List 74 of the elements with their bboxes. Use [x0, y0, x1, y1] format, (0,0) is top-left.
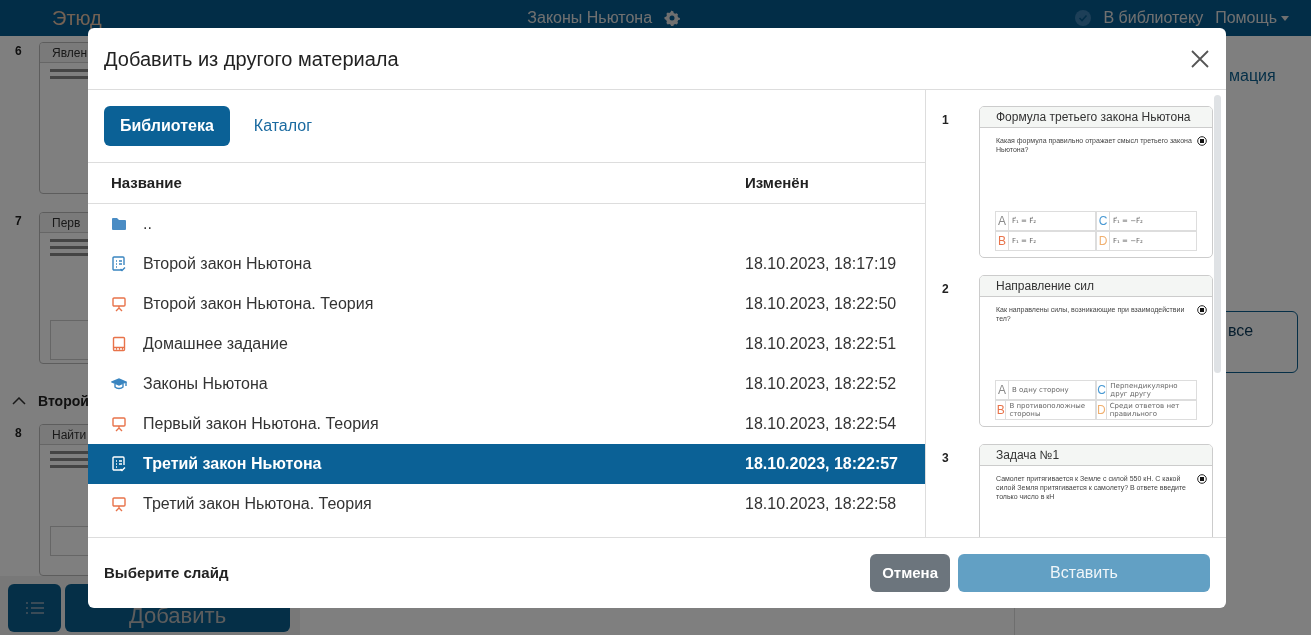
file-name: Первый закон Ньютона. Теория: [143, 414, 380, 434]
modified-date: 18.10.2023, 18:22:54: [745, 414, 897, 434]
modified-date: 18.10.2023, 18:22:52: [745, 374, 897, 394]
list-view-button[interactable]: [8, 584, 61, 632]
option-letter: B: [996, 232, 1009, 250]
graduation-cap-icon: [111, 376, 127, 392]
tab[interactable]: Каталог: [237, 106, 328, 146]
status-text: Выберите слайд: [104, 562, 230, 583]
column-header: Изменён: [744, 172, 809, 193]
dialog-title: Добавить из другого материала: [104, 46, 399, 72]
option-letter: C: [1097, 381, 1108, 399]
column-header: Название: [110, 172, 183, 193]
option-letter: A: [996, 212, 1009, 230]
option-letter: B: [996, 401, 1007, 419]
check-circle-icon: [1075, 10, 1092, 26]
modified-date: 18.10.2023, 18:22:51: [745, 334, 897, 354]
file-row[interactable]: Домашнее задание 18.10.2023, 18:22:51: [88, 324, 925, 364]
slide-number: 1: [941, 112, 950, 129]
book-icon: [111, 336, 127, 352]
option-letter: A: [996, 381, 1009, 399]
option-letter: D: [1097, 401, 1107, 419]
option-letter: C: [1097, 212, 1110, 230]
folder-icon: [111, 217, 127, 231]
slide-title: Формула третьего закона Ньютона: [996, 110, 1191, 124]
slide-number: 3: [941, 450, 950, 467]
presentation-board-icon: [111, 496, 127, 512]
close-button[interactable]: [1190, 48, 1210, 69]
file-name: Законы Ньютона: [143, 374, 269, 394]
numbered-list-icon: [25, 601, 44, 615]
modified-date: 18.10.2023, 18:22:58: [745, 494, 897, 514]
cancel-button[interactable]: Отмена: [870, 554, 950, 592]
slide-title: Найти: [52, 428, 87, 442]
section-heading: мация: [1229, 66, 1276, 86]
scrollbar[interactable]: [1214, 95, 1221, 373]
close-icon: [1191, 49, 1209, 68]
slide-number: 8: [14, 425, 23, 442]
checklist-icon: [111, 456, 127, 472]
file-row[interactable]: Законы Ньютона 18.10.2023, 18:22:52: [88, 364, 925, 404]
radio-button-icon: [1197, 305, 1207, 315]
slide-title: Перв: [52, 216, 81, 230]
chevron-up-icon[interactable]: [12, 397, 26, 405]
tab[interactable]: Библиотека: [104, 106, 230, 146]
file-row[interactable]: ..: [88, 204, 925, 244]
file-row[interactable]: Третий закон Ньютона. Теория 18.10.2023, 18:22:58: [88, 484, 925, 524]
slide-title: Явлен: [52, 46, 88, 60]
insert-button: Вставить: [958, 554, 1210, 592]
file-row[interactable]: Первый закон Ньютона. Теория 18.10.2023, 18:22:54: [88, 404, 925, 444]
slide-number: 2: [941, 281, 950, 298]
file-row[interactable]: Второй закон Ньютона 18.10.2023, 18:17:19: [88, 244, 925, 284]
file-name: Третий закон Ньютона: [143, 454, 323, 474]
file-row[interactable]: Третий закон Ньютона 18.10.2023, 18:22:57: [88, 444, 925, 484]
modified-date: 18.10.2023, 18:22:50: [745, 294, 897, 314]
presentation-board-icon: [111, 296, 127, 312]
file-name: Второй закон Ньютона: [143, 254, 313, 274]
file-name: Второй закон Ньютона. Теория: [143, 294, 375, 314]
section-title: Второй: [38, 391, 89, 411]
file-name: Третий закон Ньютона. Теория: [143, 494, 373, 514]
slide-number: 6: [14, 43, 23, 60]
slide-title: Задача №1: [996, 448, 1060, 462]
file-row[interactable]: Второй закон Ньютона. Теория 18.10.2023, 18:22:50: [88, 284, 925, 324]
option-letter: D: [1097, 232, 1110, 250]
presentation-board-icon: [111, 416, 127, 432]
slide-title: Направление сил: [996, 279, 1094, 293]
file-name: ..: [143, 214, 153, 234]
checklist-icon: [111, 256, 127, 272]
caret-icon: [1281, 15, 1289, 21]
file-name: Домашнее задание: [143, 334, 289, 354]
settings-icon[interactable]: [664, 10, 681, 26]
slide-number: 7: [14, 213, 23, 230]
document-title: Законы Ньютона: [527, 8, 653, 28]
radio-button-icon: [1197, 136, 1207, 146]
modified-date: 18.10.2023, 18:22:57: [745, 454, 898, 474]
radio-button-icon: [1197, 474, 1207, 484]
modified-date: 18.10.2023, 18:17:19: [745, 254, 897, 274]
